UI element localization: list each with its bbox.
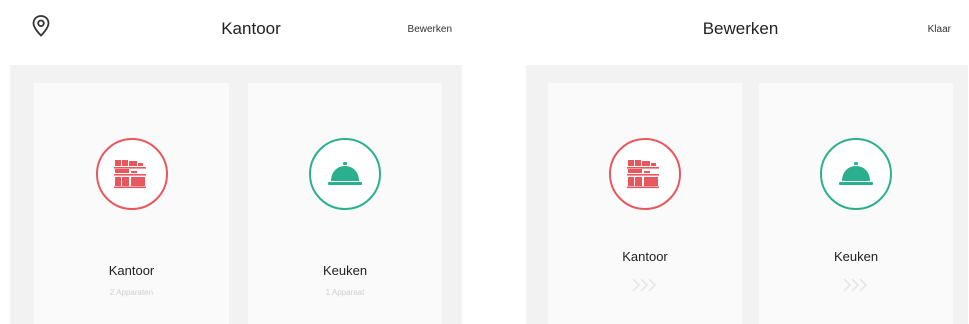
chevrons-right-icon[interactable] (840, 275, 872, 295)
page-title: Kantoor (221, 19, 281, 38)
edit-button[interactable]: Bewerken (408, 24, 452, 35)
room-name: Kantoor (108, 263, 155, 278)
office-furniture-icon (627, 160, 659, 189)
room-icon-ring (820, 138, 892, 210)
chevrons-right-icon[interactable] (629, 275, 661, 295)
device-count: 2 Apparaten (109, 288, 154, 297)
top-bar: Kantoor Bewerken (0, 0, 472, 62)
top-bar: Bewerken Klaar (512, 0, 969, 62)
office-furniture-icon (113, 160, 146, 189)
room-name: Keuken (833, 249, 879, 264)
room-card-keuken[interactable]: Keuken 1 Apparaat (248, 83, 442, 324)
device-count: 1 Apparaat (325, 288, 365, 297)
room-grid: Kantoor Keuken (526, 65, 968, 324)
room-edit-screen: Bewerken Klaar Kantoor Keuken (512, 0, 969, 324)
room-icon-ring (95, 138, 168, 210)
room-overview-screen: Kantoor Bewerken Kantoor 2 Apparaten Keu… (0, 0, 472, 324)
room-card-keuken[interactable]: Keuken (759, 83, 953, 324)
food-cloche-icon (839, 162, 873, 185)
food-cloche-icon (328, 162, 362, 185)
room-name: Keuken (322, 263, 368, 278)
room-grid: Kantoor 2 Apparaten Keuken 1 Apparaat (10, 65, 462, 324)
room-card-kantoor[interactable]: Kantoor (548, 83, 742, 324)
done-button[interactable]: Klaar (928, 24, 951, 35)
room-icon-ring (309, 138, 381, 210)
room-name: Kantoor (622, 249, 668, 264)
room-card-kantoor[interactable]: Kantoor 2 Apparaten (34, 83, 229, 324)
room-icon-ring (609, 138, 681, 210)
page-title: Bewerken (702, 19, 779, 38)
